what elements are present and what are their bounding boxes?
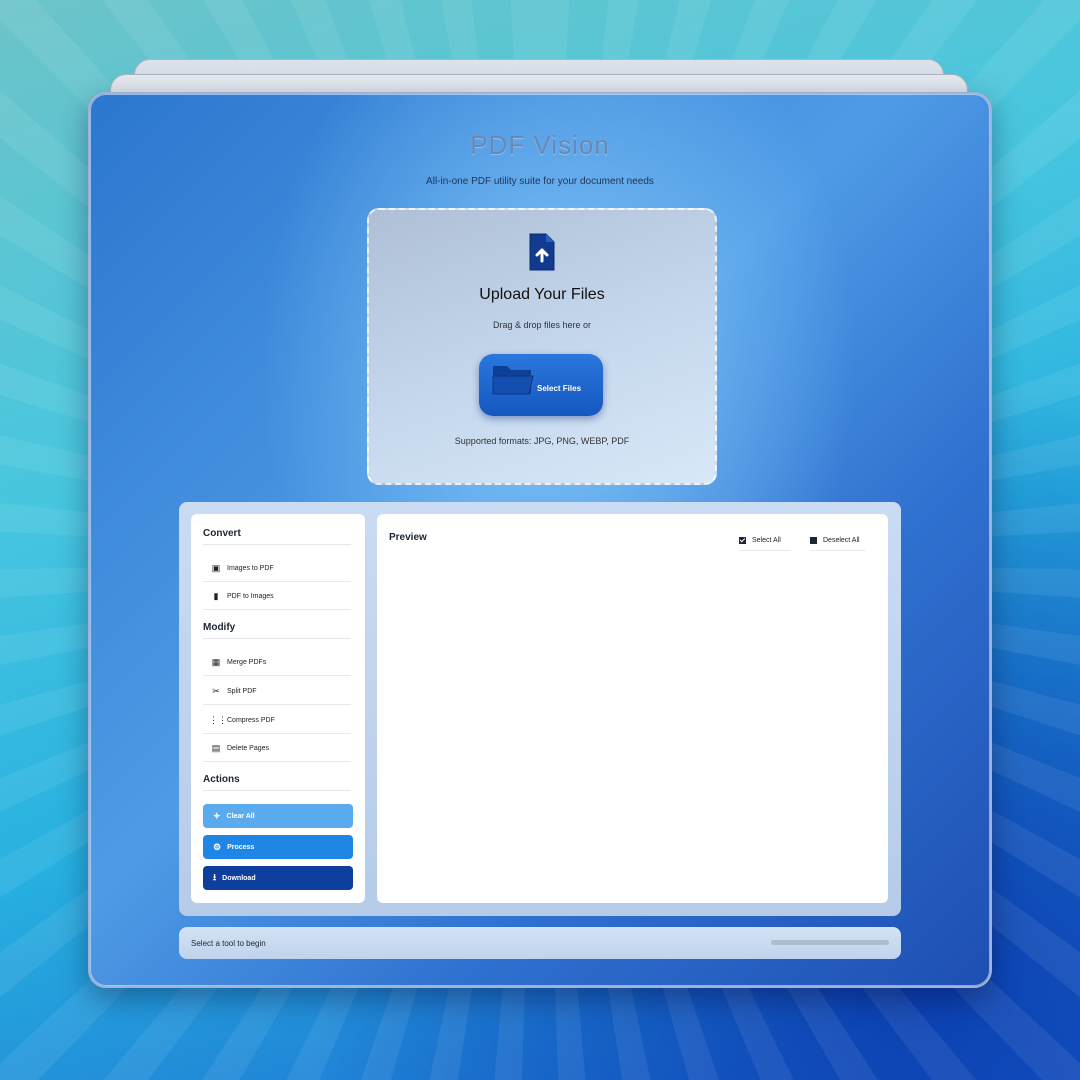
- clear-all-button[interactable]: ✦ Clear All: [203, 804, 353, 828]
- download-button[interactable]: ⭳ Download: [203, 866, 353, 890]
- tools-sidebar: Convert ▣ Images to PDF ▮ PDF to Images …: [191, 514, 365, 903]
- deselect-all-toggle[interactable]: Deselect All: [810, 530, 866, 551]
- broom-icon: ✦: [213, 810, 221, 821]
- merge-icon: ▦: [211, 656, 221, 667]
- images-icon: ▣: [211, 562, 221, 573]
- workspace-panel: Convert ▣ Images to PDF ▮ PDF to Images …: [179, 502, 901, 916]
- process-label: Process: [227, 843, 255, 851]
- tool-label: Delete Pages: [227, 744, 270, 752]
- progress-bar: [771, 940, 889, 945]
- section-actions-title: Actions: [203, 774, 240, 785]
- scissors-icon: ✂: [212, 685, 220, 696]
- tool-label: PDF to Images: [227, 592, 274, 600]
- checkbox-checked-icon: [739, 536, 746, 544]
- upload-title: Upload Your Files: [479, 286, 605, 303]
- select-all-label: Select All: [752, 536, 781, 544]
- tool-split-pdf[interactable]: ✂ Split PDF: [203, 678, 351, 705]
- supported-formats: Supported formats: JPG, PNG, WEBP, PDF: [454, 436, 630, 446]
- preview-panel: Preview Select All Deselect All: [377, 514, 888, 903]
- clear-all-label: Clear All: [226, 812, 255, 820]
- preview-title: Preview: [389, 532, 427, 543]
- checkbox-icon: [810, 536, 817, 544]
- divider: [203, 544, 351, 545]
- download-icon: ⭳: [213, 872, 217, 882]
- tool-images-to-pdf[interactable]: ▣ Images to PDF: [203, 555, 351, 582]
- tool-pdf-to-images[interactable]: ▮ PDF to Images: [203, 583, 351, 610]
- upload-dropzone[interactable]: Upload Your Files Drag & drop files here…: [367, 208, 717, 485]
- status-bar: Select a tool to begin: [179, 927, 901, 959]
- download-label: Download: [222, 874, 256, 882]
- tool-label: Merge PDFs: [227, 658, 267, 666]
- section-convert-title: Convert: [203, 528, 241, 539]
- tool-label: Compress PDF: [227, 716, 275, 724]
- tool-label: Split PDF: [227, 687, 257, 695]
- select-files-label: Select Files: [537, 384, 582, 393]
- divider: [203, 638, 351, 639]
- status-text: Select a tool to begin: [191, 939, 266, 948]
- gears-icon: ⚙: [213, 841, 222, 852]
- tool-merge-pdfs[interactable]: ▦ Merge PDFs: [203, 649, 351, 676]
- app-title: PDF Vision: [470, 130, 610, 160]
- tool-delete-pages[interactable]: ▤ Delete Pages: [203, 735, 351, 762]
- process-button[interactable]: ⚙ Process: [203, 835, 353, 859]
- select-files-button[interactable]: Select Files: [479, 354, 603, 416]
- compress-icon: ⋮⋮: [209, 714, 227, 725]
- app-window: PDF Vision All-in-one PDF utility suite …: [88, 92, 992, 988]
- deselect-all-label: Deselect All: [823, 536, 860, 544]
- app-subtitle: All-in-one PDF utility suite for your do…: [426, 176, 654, 187]
- select-all-toggle[interactable]: Select All: [739, 530, 791, 551]
- folder-icon: [491, 362, 535, 403]
- section-modify-title: Modify: [203, 622, 236, 633]
- tool-compress-pdf[interactable]: ⋮⋮ Compress PDF: [203, 707, 351, 734]
- file-icon: ▮: [213, 590, 219, 601]
- trash-icon: ▤: [211, 742, 221, 753]
- file-upload-icon: [527, 232, 557, 277]
- upload-hint: Drag & drop files here or: [492, 320, 592, 330]
- tool-label: Images to PDF: [227, 564, 274, 572]
- divider: [203, 790, 351, 791]
